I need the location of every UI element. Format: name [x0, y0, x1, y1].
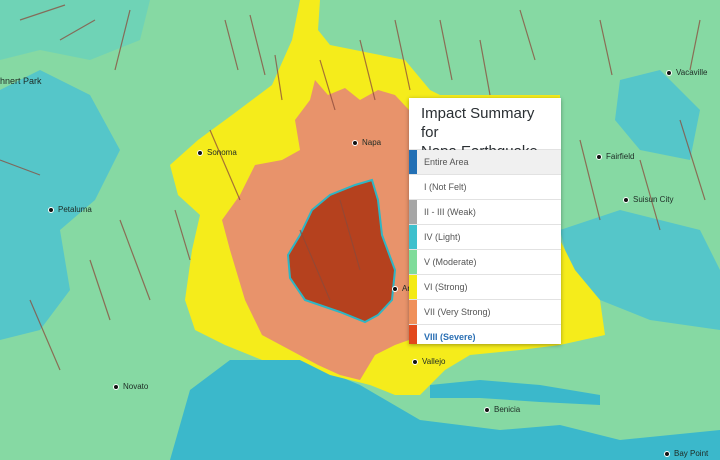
- city-sonoma[interactable]: Sonoma: [197, 148, 237, 157]
- city-rohnert-park[interactable]: hnert Park: [0, 76, 42, 86]
- legend-row-moderate[interactable]: V (Moderate): [409, 249, 561, 274]
- city-label: Suisun City: [633, 195, 674, 204]
- city-dot-icon: [113, 383, 119, 390]
- city-label: Novato: [123, 382, 149, 391]
- city-label: Benicia: [494, 405, 521, 414]
- city-dot-icon: [623, 196, 629, 203]
- legend-swatch: [409, 150, 417, 174]
- city-suisun-city[interactable]: Suisun City: [623, 195, 673, 204]
- city-napa[interactable]: Napa: [352, 138, 381, 147]
- city-label: hnert Park: [0, 76, 42, 86]
- panel-title: Impact Summary for Napa Earthquake: [409, 98, 561, 160]
- legend-swatch: [409, 250, 417, 274]
- city-label: Bay Point: [674, 449, 709, 458]
- panel-title-line1: Impact Summary for: [421, 105, 535, 141]
- city-label: Petaluma: [58, 205, 92, 214]
- city-novato[interactable]: Novato: [113, 382, 148, 391]
- legend-label: IV (Light): [417, 225, 561, 249]
- intensity-map[interactable]: [0, 0, 720, 460]
- legend-swatch: [409, 300, 417, 324]
- legend-row-not-felt[interactable]: I (Not Felt): [409, 174, 561, 199]
- legend-label: V (Moderate): [417, 250, 561, 274]
- city-petaluma[interactable]: Petaluma: [48, 205, 92, 214]
- legend-label: II - III (Weak): [417, 200, 561, 224]
- city-label: Sonoma: [207, 148, 237, 157]
- legend-swatch: [409, 175, 417, 199]
- legend-swatch: [409, 200, 417, 224]
- legend-swatch: [409, 275, 417, 299]
- city-label: Vallejo: [422, 357, 446, 366]
- legend-row-severe[interactable]: VIII (Severe): [409, 324, 561, 344]
- legend-label: VIII (Severe): [417, 325, 561, 344]
- legend-label: VI (Strong): [417, 275, 561, 299]
- legend-label: Entire Area: [417, 150, 561, 174]
- city-dot-icon: [197, 149, 203, 156]
- city-dot-icon: [48, 206, 54, 213]
- legend-row-light[interactable]: IV (Light): [409, 224, 561, 249]
- city-benicia[interactable]: Benicia: [484, 405, 520, 414]
- city-fairfield[interactable]: Fairfield: [596, 152, 634, 161]
- legend-label: I (Not Felt): [417, 175, 561, 199]
- legend-row-strong[interactable]: VI (Strong): [409, 274, 561, 299]
- legend-row-very-strong[interactable]: VII (Very Strong): [409, 299, 561, 324]
- legend-label: VII (Very Strong): [417, 300, 561, 324]
- city-label: Napa: [362, 138, 382, 147]
- impact-summary-panel: Impact Summary for Napa Earthquake Entir…: [409, 98, 561, 344]
- legend-swatch: [409, 325, 417, 344]
- city-label: Vacaville: [676, 68, 708, 77]
- city-dot-icon: [666, 69, 672, 76]
- city-vallejo[interactable]: Vallejo: [412, 357, 445, 366]
- legend-row-weak[interactable]: II - III (Weak): [409, 199, 561, 224]
- legend-swatch: [409, 225, 417, 249]
- city-dot-icon: [484, 406, 490, 413]
- city-bay-point[interactable]: Bay Point: [664, 449, 708, 458]
- city-dot-icon: [664, 450, 670, 457]
- city-vacaville[interactable]: Vacaville: [666, 68, 707, 77]
- city-label: Fairfield: [606, 152, 635, 161]
- city-dot-icon: [392, 285, 398, 292]
- city-dot-icon: [352, 139, 358, 146]
- city-dot-icon: [596, 153, 602, 160]
- city-dot-icon: [412, 358, 418, 365]
- legend-row-entire-area[interactable]: Entire Area: [409, 149, 561, 174]
